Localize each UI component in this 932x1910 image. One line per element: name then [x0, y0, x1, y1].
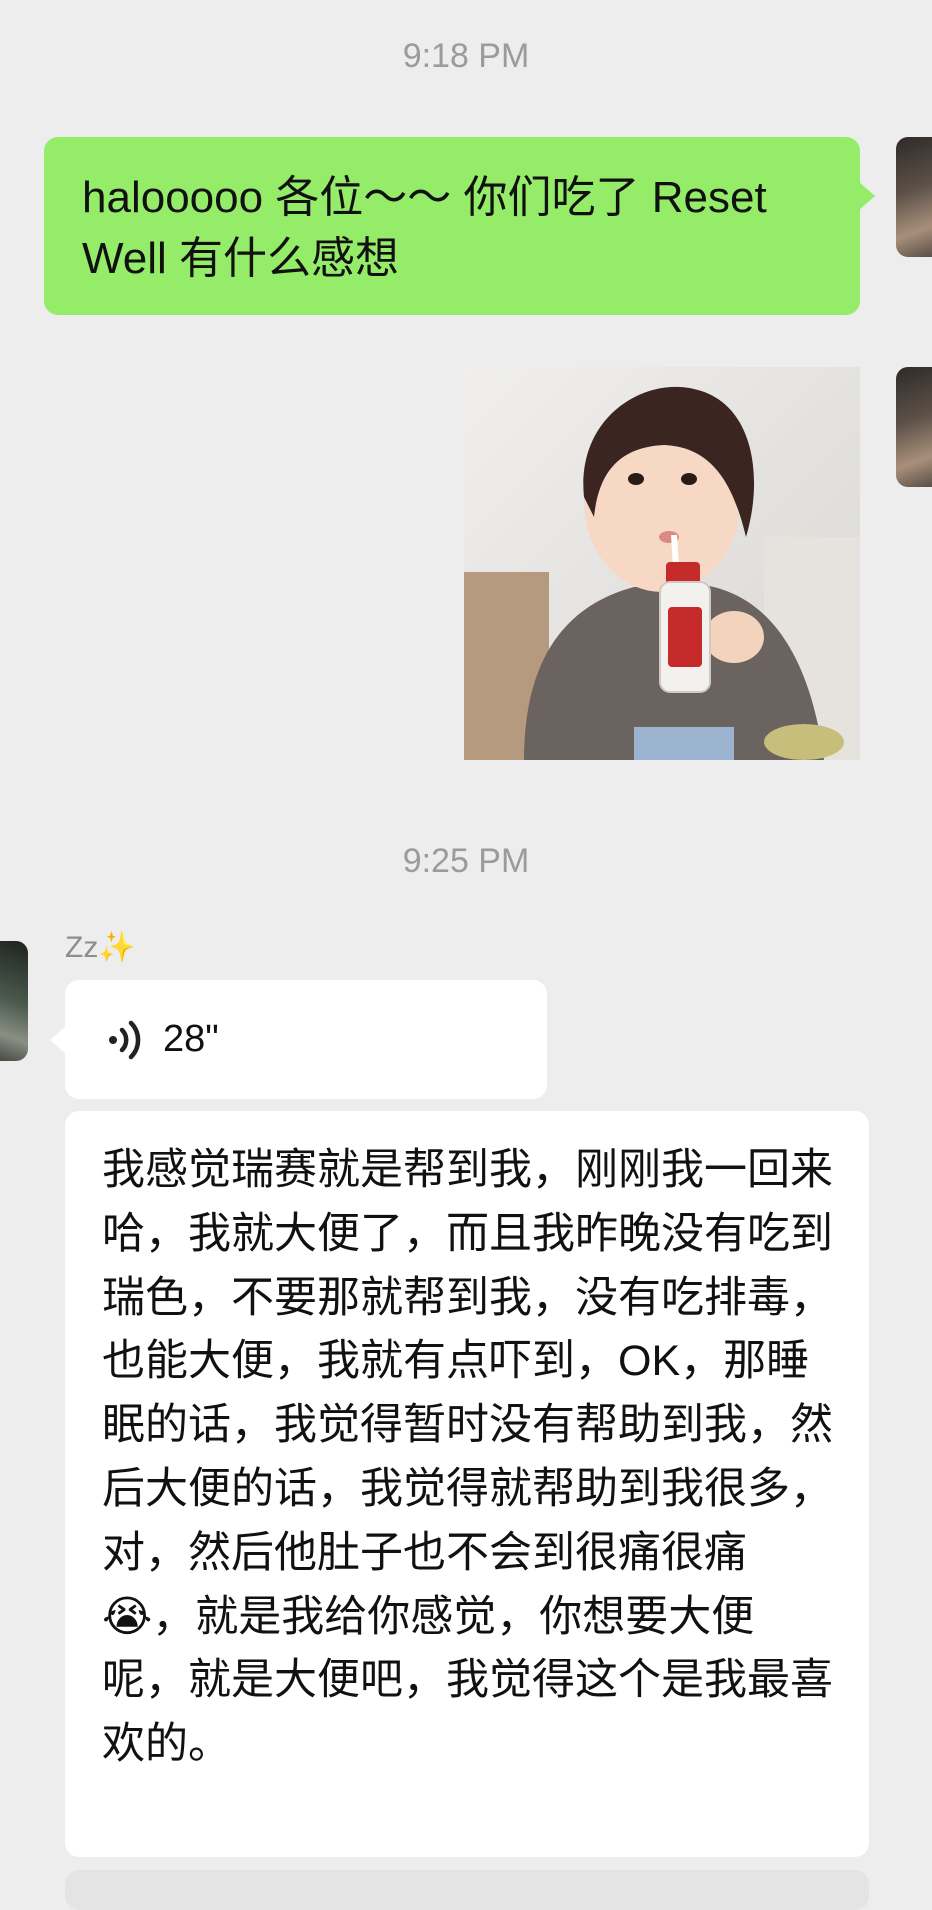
bubble-tail	[859, 182, 875, 210]
sticker-image[interactable]	[464, 367, 860, 760]
voice-transcript-bubble[interactable]: 我感觉瑞赛就是帮到我，刚刚我一回来哈，我就大便了，而且我昨晚没有吃到瑞色，不要那…	[65, 1111, 869, 1857]
outgoing-message-text: halooooo 各位～～ 你们吃了 Reset Well 有什么感想	[82, 173, 767, 283]
voice-wave-icon	[105, 1018, 145, 1062]
sender-name: Zz✨	[65, 931, 136, 964]
my-avatar[interactable]	[896, 367, 932, 487]
bubble-tail	[50, 1026, 66, 1054]
timestamp: 9:18 PM	[402, 37, 530, 75]
voice-message-bubble[interactable]: 28"	[65, 980, 547, 1099]
toddler-with-bottle-sticker	[464, 367, 860, 760]
sender-avatar[interactable]	[0, 941, 28, 1061]
next-message-edge	[65, 1870, 869, 1910]
my-avatar[interactable]	[896, 137, 932, 257]
timestamp: 9:25 PM	[402, 842, 530, 880]
voice-transcript-text: 我感觉瑞赛就是帮到我，刚刚我一回来哈，我就大便了，而且我昨晚没有吃到瑞色，不要那…	[102, 1146, 833, 1769]
voice-duration: 28"	[163, 1018, 219, 1060]
outgoing-message-bubble[interactable]: halooooo 各位～～ 你们吃了 Reset Well 有什么感想	[44, 137, 860, 315]
